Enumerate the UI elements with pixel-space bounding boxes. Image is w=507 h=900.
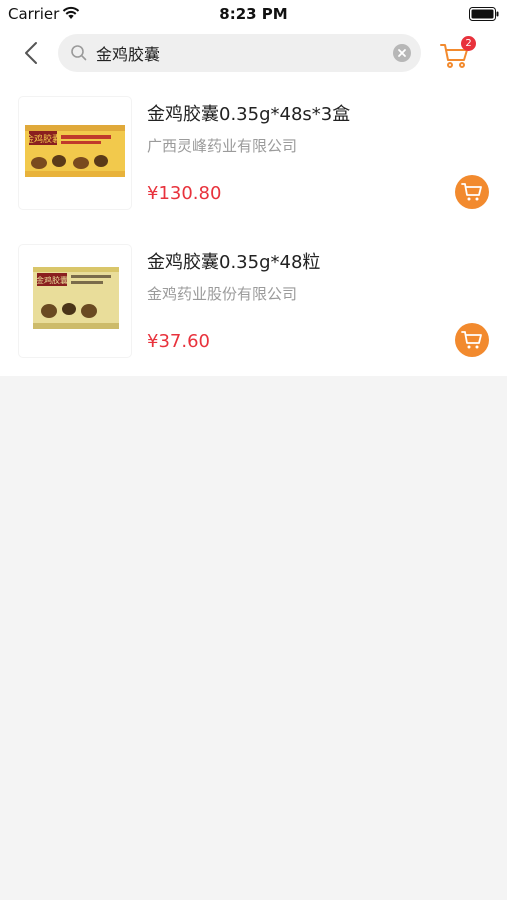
cart-icon [461, 331, 482, 349]
product-name[interactable]: 金鸡胶囊0.35g*48s*3盒 [147, 100, 350, 126]
medicine-box-icon: 金鸡胶囊 [25, 125, 125, 177]
medicine-box-icon: 金鸡胶囊 [33, 267, 119, 329]
product-name[interactable]: 金鸡胶囊0.35g*48粒 [147, 248, 320, 274]
clock: 8:23 PM [219, 5, 288, 23]
close-icon [398, 49, 406, 57]
add-to-cart-button[interactable] [455, 323, 489, 357]
product-manufacturer: 金鸡药业股份有限公司 [147, 285, 298, 303]
search-input[interactable] [96, 34, 386, 72]
back-button[interactable] [16, 38, 46, 68]
search-icon [70, 44, 88, 66]
add-to-cart-button[interactable] [455, 175, 489, 209]
product-list: 金鸡胶囊 金鸡胶囊0.35g*48s*3盒 广西灵峰药业有限公司 ¥130.80 [0, 80, 507, 376]
list-item[interactable]: 金鸡胶囊 金鸡胶囊0.35g*48s*3盒 广西灵峰药业有限公司 ¥130.80 [0, 80, 507, 228]
battery-icon [469, 6, 499, 25]
svg-text:金鸡胶囊: 金鸡胶囊 [36, 275, 68, 285]
svg-text:金鸡胶囊: 金鸡胶囊 [25, 133, 61, 145]
product-price: ¥37.60 [147, 331, 210, 352]
clear-search-button[interactable] [393, 44, 411, 62]
product-manufacturer: 广西灵峰药业有限公司 [147, 137, 298, 155]
list-item[interactable]: 金鸡胶囊 金鸡胶囊0.35g*48粒 金鸡药业股份有限公司 ¥37.60 [0, 228, 507, 376]
product-image[interactable]: 金鸡胶囊 [19, 245, 131, 357]
cart-badge: 2 [461, 36, 476, 51]
nav-bar: 2 [0, 28, 507, 80]
product-price: ¥130.80 [147, 183, 222, 204]
search-bar[interactable] [58, 34, 421, 72]
status-bar: Carrier 8:23 PM [0, 0, 507, 28]
product-image[interactable]: 金鸡胶囊 [19, 97, 131, 209]
chevron-left-icon [25, 42, 37, 64]
cart-icon [461, 183, 482, 201]
cart-button[interactable]: 2 [440, 36, 476, 68]
